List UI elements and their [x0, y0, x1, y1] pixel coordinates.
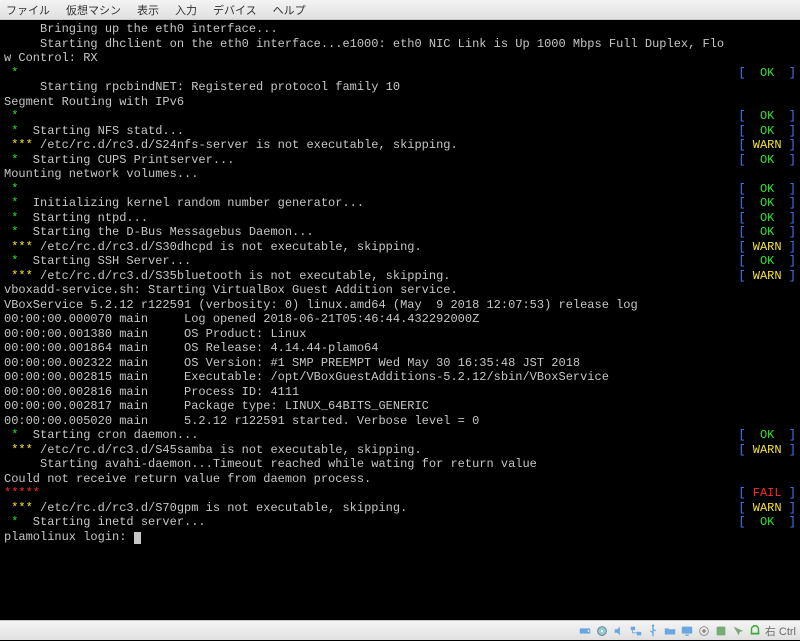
menu-devices[interactable]: デバイス: [213, 2, 257, 18]
console-line: *** /etc/rc.d/rc3.d/S24nfs-server is not…: [4, 138, 796, 153]
hostkey-label: 右 Ctrl: [765, 623, 796, 639]
console-line: *** /etc/rc.d/rc3.d/S45samba is not exec…: [4, 443, 796, 458]
console-line: 00:00:00.002322 main OS Version: #1 SMP …: [4, 356, 796, 371]
console-line: vboxadd-service.sh: Starting VirtualBox …: [4, 283, 796, 298]
hostkey-led-icon: [748, 624, 762, 638]
recording-icon[interactable]: [697, 624, 711, 638]
status-ok: [ OK ]: [738, 254, 796, 269]
console-line: 00:00:00.002815 main Executable: /opt/VB…: [4, 370, 796, 385]
console-line: * [ OK ]: [4, 66, 796, 81]
console-line: Starting rpcbindNET: Registered protocol…: [4, 80, 796, 95]
menu-help[interactable]: ヘルプ: [273, 2, 306, 18]
console-line: 00:00:00.000070 main Log opened 2018-06-…: [4, 312, 796, 327]
menu-machine[interactable]: 仮想マシン: [66, 2, 121, 18]
console-line: * Starting the D-Bus Messagebus Daemon..…: [4, 225, 796, 240]
network-icon[interactable]: [629, 624, 643, 638]
mouse-integration-icon[interactable]: [731, 624, 745, 638]
shared-folders-icon[interactable]: [663, 624, 677, 638]
status-ok: [ OK ]: [738, 124, 796, 139]
menu-view[interactable]: 表示: [137, 2, 159, 18]
console-line: 00:00:00.001380 main OS Product: Linux: [4, 327, 796, 342]
console-line: * [ OK ]: [4, 109, 796, 124]
console-line: 00:00:00.005020 main 5.2.12 r122591 star…: [4, 414, 796, 429]
console-line: * Starting cron daemon...[ OK ]: [4, 428, 796, 443]
console-line: * Starting NFS statd...[ OK ]: [4, 124, 796, 139]
console-line: 00:00:00.002817 main Package type: LINUX…: [4, 399, 796, 414]
optical-icon[interactable]: [595, 624, 609, 638]
console-line: * Starting SSH Server...[ OK ]: [4, 254, 796, 269]
audio-icon[interactable]: [612, 624, 626, 638]
status-warn: [ WARN ]: [738, 138, 796, 153]
console-line: * [ OK ]: [4, 182, 796, 197]
console-line: plamolinux login:: [4, 530, 796, 545]
status-warn: [ WARN ]: [738, 269, 796, 284]
status-warn: [ WARN ]: [738, 240, 796, 255]
vm-menubar: ファイル 仮想マシン 表示 入力 デバイス ヘルプ: [0, 0, 800, 20]
console-line: Could not receive return value from daem…: [4, 472, 796, 487]
console-line: 00:00:00.001864 main OS Release: 4.14.44…: [4, 341, 796, 356]
status-ok: [ OK ]: [738, 211, 796, 226]
status-ok: [ OK ]: [738, 66, 796, 81]
guest-additions-icon[interactable]: [714, 624, 728, 638]
text-cursor: [134, 532, 141, 544]
console-line: Mounting network volumes...: [4, 167, 796, 182]
hdd-icon[interactable]: [578, 624, 592, 638]
status-ok: [ OK ]: [738, 428, 796, 443]
status-ok: [ OK ]: [738, 196, 796, 211]
status-fail: [ FAIL ]: [738, 486, 796, 501]
console-line: VBoxService 5.2.12 r122591 (verbosity: 0…: [4, 298, 796, 313]
console-line: w Control: RX: [4, 51, 796, 66]
menu-file[interactable]: ファイル: [6, 2, 50, 18]
console-line: * Starting ntpd...[ OK ]: [4, 211, 796, 226]
console-line: Segment Routing with IPv6: [4, 95, 796, 110]
console-line: * Starting CUPS Printserver...[ OK ]: [4, 153, 796, 168]
display-icon[interactable]: [680, 624, 694, 638]
console-line: * Initializing kernel random number gene…: [4, 196, 796, 211]
menu-input[interactable]: 入力: [175, 2, 197, 18]
console-line: *****[ FAIL ]: [4, 486, 796, 501]
vm-statusbar: 右 Ctrl: [0, 620, 800, 640]
usb-icon[interactable]: [646, 624, 660, 638]
status-ok: [ OK ]: [738, 182, 796, 197]
console-line: *** /etc/rc.d/rc3.d/S30dhcpd is not exec…: [4, 240, 796, 255]
status-warn: [ WARN ]: [738, 501, 796, 516]
status-ok: [ OK ]: [738, 225, 796, 240]
status-warn: [ WARN ]: [738, 443, 796, 458]
status-ok: [ OK ]: [738, 515, 796, 530]
console-line: Starting avahi-daemon...Timeout reached …: [4, 457, 796, 472]
console-line: Bringing up the eth0 interface...: [4, 22, 796, 37]
console-line: 00:00:00.002816 main Process ID: 4111: [4, 385, 796, 400]
console-line: Starting dhclient on the eth0 interface.…: [4, 37, 796, 52]
guest-console[interactable]: Bringing up the eth0 interface... Starti…: [0, 20, 800, 544]
console-line: *** /etc/rc.d/rc3.d/S35bluetooth is not …: [4, 269, 796, 284]
status-ok: [ OK ]: [738, 109, 796, 124]
console-line: *** /etc/rc.d/rc3.d/S70gpm is not execut…: [4, 501, 796, 516]
console-line: * Starting inetd server...[ OK ]: [4, 515, 796, 530]
status-ok: [ OK ]: [738, 153, 796, 168]
